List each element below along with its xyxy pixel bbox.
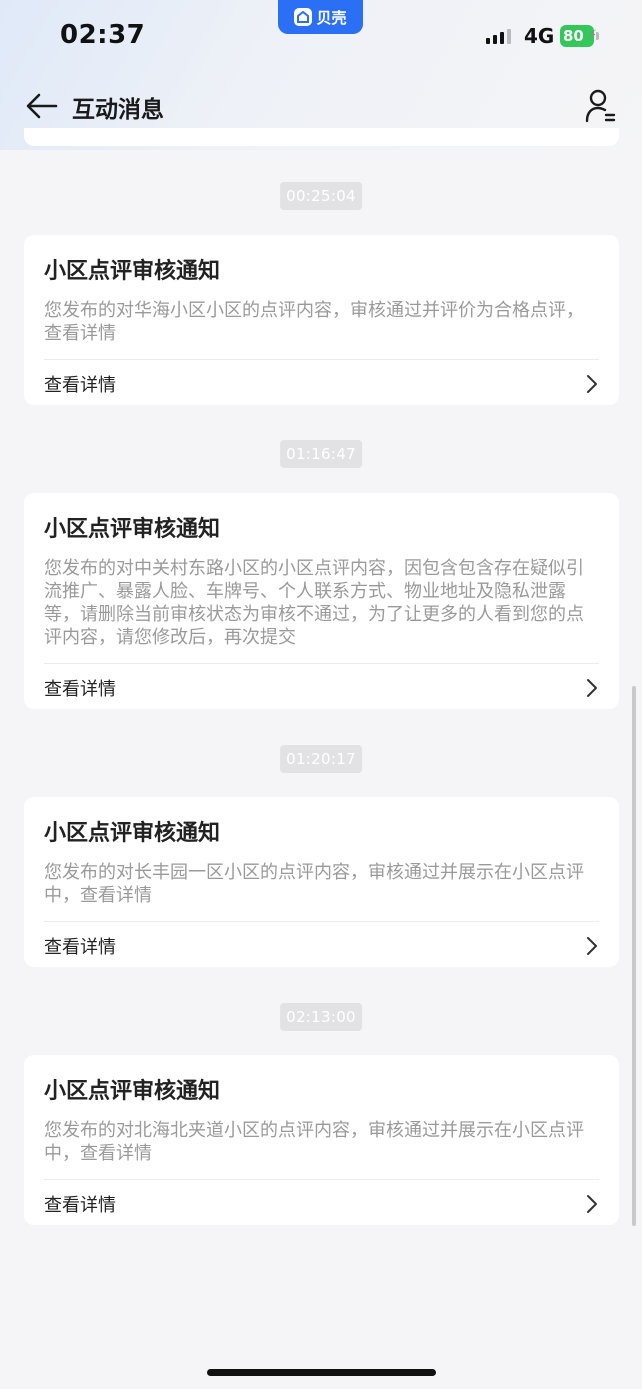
app-indicator-pill[interactable]: 贝壳 bbox=[278, 0, 363, 34]
chevron-right-icon bbox=[585, 935, 599, 957]
view-details-link[interactable]: 查看详情 bbox=[44, 371, 116, 397]
view-details-row[interactable]: 查看详情 bbox=[44, 664, 599, 712]
view-details-link[interactable]: 查看详情 bbox=[44, 675, 116, 701]
beike-logo-icon bbox=[294, 8, 313, 26]
status-bar: 02:37 贝壳 4G 80 ⚡ bbox=[0, 0, 642, 70]
card-body: 您发布的对华海小区小区的点评内容，审核通过并评价为合格点评，查看详情 bbox=[44, 300, 584, 344]
card-title: 小区点评审核通知 bbox=[44, 517, 221, 542]
card-title: 小区点评审核通知 bbox=[44, 821, 221, 846]
message-card[interactable]: 小区点评审核通知 您发布的对中关村东路小区的小区点评内容，因包含包含存在疑似引流… bbox=[24, 493, 619, 709]
network-type: 4G bbox=[524, 24, 555, 48]
message-timestamp: 01:16:47 bbox=[280, 440, 362, 468]
profile-button[interactable] bbox=[582, 88, 618, 124]
app-name: 贝壳 bbox=[316, 8, 347, 27]
page-title: 互动消息 bbox=[72, 97, 164, 123]
status-time: 02:37 bbox=[60, 20, 146, 50]
previous-card-edge bbox=[24, 128, 619, 146]
chevron-right-icon bbox=[585, 677, 599, 699]
scrollbar[interactable] bbox=[632, 686, 636, 1226]
view-details-row[interactable]: 查看详情 bbox=[44, 922, 599, 970]
view-details-row[interactable]: 查看详情 bbox=[44, 360, 599, 408]
card-body: 您发布的对中关村东路小区的小区点评内容，因包含包含存在疑似引流推广、暴露人脸、车… bbox=[44, 558, 584, 648]
battery-tip bbox=[596, 32, 599, 40]
arrow-left-icon bbox=[26, 93, 58, 119]
view-details-link[interactable]: 查看详情 bbox=[44, 1191, 116, 1217]
message-timestamp: 01:20:17 bbox=[280, 745, 362, 773]
battery-level: 80 bbox=[563, 27, 584, 45]
view-details-row[interactable]: 查看详情 bbox=[44, 1180, 599, 1228]
card-body: 您发布的对长丰园一区小区的点评内容，审核通过并展示在小区点评中，查看详情 bbox=[44, 862, 584, 906]
card-title: 小区点评审核通知 bbox=[44, 1079, 221, 1104]
nav-header: 互动消息 bbox=[0, 76, 642, 136]
chevron-right-icon bbox=[585, 373, 599, 395]
back-button[interactable] bbox=[24, 90, 60, 122]
message-card[interactable]: 小区点评审核通知 您发布的对华海小区小区的点评内容，审核通过并评价为合格点评，查… bbox=[24, 235, 619, 405]
message-timestamp: 00:25:04 bbox=[280, 182, 362, 210]
card-body: 您发布的对北海北夹道小区的点评内容，审核通过并展示在小区点评中，查看详情 bbox=[44, 1120, 584, 1164]
card-title: 小区点评审核通知 bbox=[44, 259, 221, 284]
signal-icon bbox=[486, 28, 511, 44]
message-card[interactable]: 小区点评审核通知 您发布的对北海北夹道小区的点评内容，审核通过并展示在小区点评中… bbox=[24, 1055, 619, 1225]
message-card[interactable]: 小区点评审核通知 您发布的对长丰园一区小区的点评内容，审核通过并展示在小区点评中… bbox=[24, 797, 619, 967]
chevron-right-icon bbox=[585, 1193, 599, 1215]
user-list-icon bbox=[585, 89, 616, 123]
view-details-link[interactable]: 查看详情 bbox=[44, 933, 116, 959]
message-timestamp: 02:13:00 bbox=[280, 1003, 362, 1031]
home-indicator[interactable] bbox=[207, 1369, 436, 1376]
